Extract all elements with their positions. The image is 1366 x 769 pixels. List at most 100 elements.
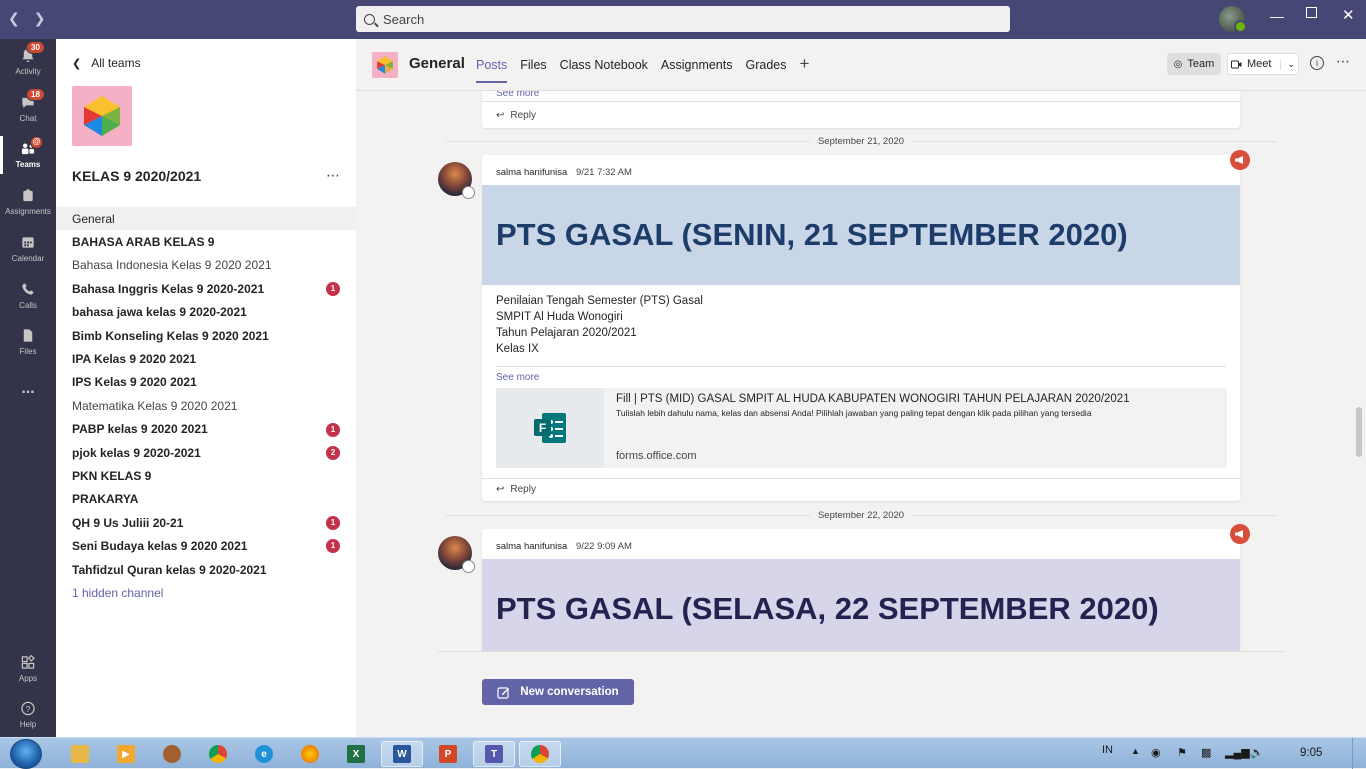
channel-item[interactable]: General (56, 207, 356, 231)
channel-item[interactable]: Bahasa Indonesia Kelas 9 2020 2021 (56, 254, 356, 277)
tab-grades[interactable]: Grades (745, 58, 786, 83)
team-more-options-icon[interactable]: ⋯ (326, 167, 341, 184)
input-language[interactable]: IN (1102, 744, 1113, 756)
new-conversation-button[interactable]: New conversation (482, 679, 634, 705)
rail-apps-label: Apps (18, 674, 38, 683)
internet-explorer-icon[interactable]: e (243, 741, 285, 767)
forward-arrow-icon[interactable]: ❯ (34, 10, 46, 27)
tab-posts[interactable]: Posts (476, 58, 508, 83)
post-time: 9/21 7:32 AM (575, 167, 632, 178)
info-icon[interactable]: i (1310, 56, 1324, 70)
rail-apps[interactable]: Apps (0, 646, 56, 692)
notification-app-icon[interactable]: ◉ (1151, 746, 1161, 759)
hidden-channels-link[interactable]: 1 hidden channel (56, 581, 356, 604)
add-tab-icon[interactable]: + (799, 54, 809, 83)
excel-icon[interactable]: X (335, 741, 377, 767)
see-more-link[interactable]: See more (496, 372, 539, 383)
network-signal-icon[interactable]: ▂▄▆ (1225, 746, 1250, 759)
preview-description: Tulislah lebih dahulu nama, kelas dan ab… (616, 408, 1092, 418)
chrome-open-icon[interactable] (519, 741, 561, 767)
file-explorer-icon[interactable] (59, 741, 101, 767)
rail-activity[interactable]: Activity 30 (0, 39, 56, 85)
back-arrow-icon[interactable]: ❮ (8, 10, 20, 27)
meet-button[interactable]: Meet ⌄ (1227, 53, 1299, 75)
link-preview-card[interactable]: F Fill | PTS (MID) GASAL SMPIT AL HUDA K… (496, 388, 1227, 468)
svg-text:F: F (539, 421, 546, 435)
post-author: salma hanifunisa (496, 167, 568, 178)
rail-teams[interactable]: Teams @ (0, 132, 56, 178)
rail-teams-label: Teams (15, 160, 41, 169)
close-icon[interactable]: ✕ (1342, 6, 1355, 24)
date-separator-label: September 22, 2020 (817, 509, 905, 521)
date-separator: September 22, 2020 (438, 508, 1284, 522)
search-icon (364, 13, 375, 25)
volume-icon[interactable]: 🔈 (1250, 746, 1264, 759)
channel-item[interactable]: BAHASA ARAB KELAS 9 (56, 230, 356, 253)
channel-item[interactable]: Bimb Konseling Kelas 9 2020 2021 (56, 324, 356, 347)
see-more-link[interactable]: See more (496, 91, 539, 99)
chrome-icon[interactable] (197, 741, 239, 767)
channel-item[interactable]: PKN KELAS 9 (56, 464, 356, 487)
microsoft-forms-icon: F (534, 413, 566, 443)
channel-item[interactable]: bahasa jawa kelas 9 2020-2021 (56, 301, 356, 324)
scrollbar-thumb[interactable] (1356, 407, 1362, 457)
rail-help[interactable]: ? Help (0, 692, 56, 738)
date-separator: September 21, 2020 (438, 134, 1284, 148)
tab-files[interactable]: Files (520, 58, 546, 83)
all-teams-link[interactable]: ❮ All teams (72, 56, 141, 70)
activity-badge: 30 (26, 41, 45, 54)
channel-item[interactable]: Bahasa Inggris Kelas 9 2020-2021 1 (56, 277, 356, 300)
profile-avatar[interactable] (1219, 6, 1247, 33)
minimize-icon[interactable]: — (1270, 8, 1284, 24)
channel-item[interactable]: Tahfidzul Quran kelas 9 2020-2021 (56, 558, 356, 581)
post-card: salma hanifunisa 9/22 9:09 AM PTS GASAL … (482, 524, 1250, 651)
media-player-icon[interactable]: ▶ (105, 741, 147, 767)
rail-files[interactable]: Files (0, 319, 56, 365)
rail-assignments[interactable]: Assignments (0, 179, 56, 225)
channel-item[interactable]: Seni Budaya kelas 9 2020 2021 1 (56, 534, 356, 557)
author-avatar[interactable] (438, 536, 475, 573)
device-icon[interactable]: ▩ (1201, 746, 1211, 759)
announcement-headline: PTS GASAL (SELASA, 22 SEPTEMBER 2020) (482, 559, 1240, 651)
channel-item[interactable]: IPS Kelas 9 2020 2021 (56, 371, 356, 394)
team-button[interactable]: ◎ Team (1167, 53, 1221, 75)
channel-label: BAHASA ARAB KELAS 9 (72, 235, 215, 250)
powerpoint-icon[interactable]: P (427, 741, 469, 767)
reply-button[interactable]: ↩ Reply (496, 110, 536, 121)
rail-calls[interactable]: Calls (0, 273, 56, 319)
start-button-icon[interactable] (10, 739, 42, 769)
windows-taskbar: ▶ e X W P T IN ▲ ◉ ⚑ ▩ ▂▄▆ 🔈 9:05 (0, 737, 1366, 769)
channel-label: IPA Kelas 9 2020 2021 (72, 352, 197, 367)
channel-item[interactable]: PABP kelas 9 2020 2021 1 (56, 418, 356, 441)
channel-item[interactable]: IPA Kelas 9 2020 2021 (56, 347, 356, 370)
channel-item[interactable]: QH 9 Us Juliii 20-21 1 (56, 511, 356, 534)
channel-label: Tahfidzul Quran kelas 9 2020-2021 (72, 562, 267, 577)
channel-label: pjok kelas 9 2020-2021 (72, 445, 201, 460)
assignments-icon (23, 189, 33, 202)
reply-button[interactable]: ↩ Reply (496, 484, 536, 495)
rail-chat[interactable]: Chat 18 (0, 86, 56, 132)
restore-icon[interactable] (1306, 7, 1317, 18)
game-app-icon[interactable] (151, 741, 193, 767)
search-input[interactable]: Search (356, 6, 1010, 32)
chevron-down-icon[interactable]: ⌄ (1280, 58, 1295, 70)
channel-label: PRAKARYA (72, 492, 139, 507)
channel-label: Bahasa Indonesia Kelas 9 2020 2021 (72, 258, 272, 273)
show-hidden-icons-icon[interactable]: ▲ (1131, 746, 1140, 756)
title-bar: ❮ ❯ Search — ✕ (0, 0, 1366, 39)
show-desktop-button[interactable] (1352, 738, 1366, 769)
more-options-icon[interactable]: ⋯ (1336, 53, 1350, 70)
word-icon[interactable]: W (381, 741, 423, 767)
firefox-icon[interactable] (289, 741, 331, 767)
rail-more[interactable]: ... (0, 366, 56, 412)
channel-item[interactable]: Matematika Kelas 9 2020 2021 (56, 394, 356, 417)
author-avatar[interactable] (438, 162, 475, 199)
flag-icon[interactable]: ⚑ (1177, 746, 1187, 759)
channel-item[interactable]: pjok kelas 9 2020-2021 2 (56, 441, 356, 464)
rail-calendar[interactable]: Calendar (0, 226, 56, 272)
tab-class-notebook[interactable]: Class Notebook (560, 58, 648, 83)
clock[interactable]: 9:05 (1300, 747, 1322, 759)
teams-taskbar-icon[interactable]: T (473, 741, 515, 767)
tab-assignments[interactable]: Assignments (661, 58, 733, 83)
channel-item[interactable]: PRAKARYA (56, 488, 356, 511)
